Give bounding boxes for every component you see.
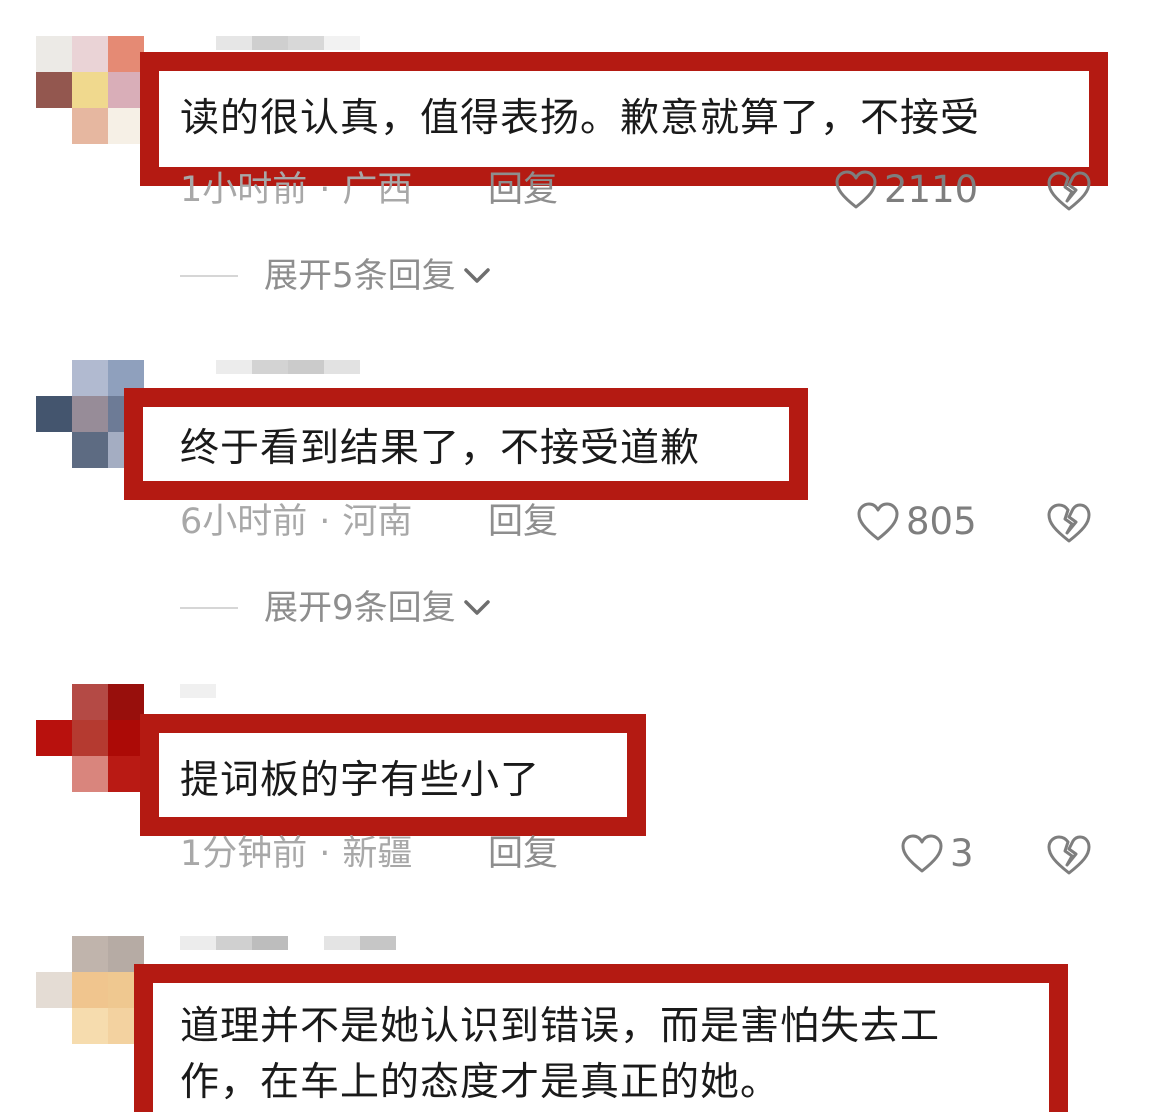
comment-location: 新疆 (342, 834, 413, 874)
avatar[interactable] (36, 936, 144, 1044)
expand-divider (180, 607, 238, 609)
comment-meta: 1小时前 · 广西 (180, 170, 413, 210)
heart-outline-icon (901, 834, 943, 873)
like-count: 3 (950, 832, 974, 875)
comment-text-line1: 道理并不是她认识到错误，而是害怕失去工 (180, 1004, 941, 1049)
comment-meta: 6小时前 · 河南 (180, 502, 413, 542)
dislike-button[interactable] (1046, 834, 1092, 880)
comment-text: 读的很认真，值得表扬。歉意就算了，不接受 (180, 96, 981, 141)
expand-divider (180, 275, 238, 277)
reply-button[interactable]: 回复 (488, 500, 558, 544)
expand-label: 展开9条回复 (264, 588, 456, 628)
comment-time: 6小时前 (180, 502, 308, 542)
avatar[interactable] (36, 36, 144, 144)
like-button[interactable]: 3 (900, 832, 974, 876)
avatar[interactable] (36, 684, 144, 792)
comment-meta: 1分钟前 · 新疆 (180, 834, 413, 874)
chevron-down-icon (463, 268, 490, 283)
chevron-down-icon (463, 600, 490, 615)
comment-text: 提词板的字有些小了 (180, 758, 541, 803)
comment-location: 河南 (342, 502, 413, 542)
comment-time: 1分钟前 (180, 834, 308, 874)
broken-heart-icon (1047, 835, 1091, 875)
like-count: 2110 (884, 168, 979, 211)
expand-label: 展开5条回复 (264, 256, 456, 296)
comment-item: 道理并不是她认识到错误，而是害怕失去工 作，在车上的态度才是真正的她。 (0, 936, 1152, 1112)
comment-item: 终于看到结果了，不接受道歉 6小时前 · 河南 回复 805 展开9条回复 (0, 360, 1152, 650)
heart-outline-icon (835, 170, 877, 209)
dislike-button[interactable] (1046, 502, 1092, 548)
comment-item: 读的很认真，值得表扬。歉意就算了，不接受 1小时前 · 广西 回复 2110 展开5… (0, 36, 1152, 326)
like-button[interactable]: 805 (856, 500, 977, 544)
expand-replies[interactable]: 展开9条回复 (180, 586, 492, 630)
reply-button[interactable]: 回复 (488, 168, 558, 212)
dislike-button[interactable] (1046, 170, 1092, 216)
like-count: 805 (906, 500, 977, 543)
heart-outline-icon (857, 502, 899, 541)
comment-time: 1小时前 (180, 170, 308, 210)
reply-button[interactable]: 回复 (488, 832, 558, 876)
like-button[interactable]: 2110 (834, 168, 978, 212)
broken-heart-icon (1047, 171, 1091, 211)
comment-text-line2: 作，在车上的态度才是真正的她。 (180, 1060, 781, 1105)
broken-heart-icon (1047, 503, 1091, 543)
comment-location: 广西 (342, 170, 413, 210)
expand-replies[interactable]: 展开5条回复 (180, 254, 492, 298)
comment-text: 终于看到结果了，不接受道歉 (180, 426, 701, 471)
comment-item: 提词板的字有些小了 1分钟前 · 新疆 回复 3 (0, 684, 1152, 904)
